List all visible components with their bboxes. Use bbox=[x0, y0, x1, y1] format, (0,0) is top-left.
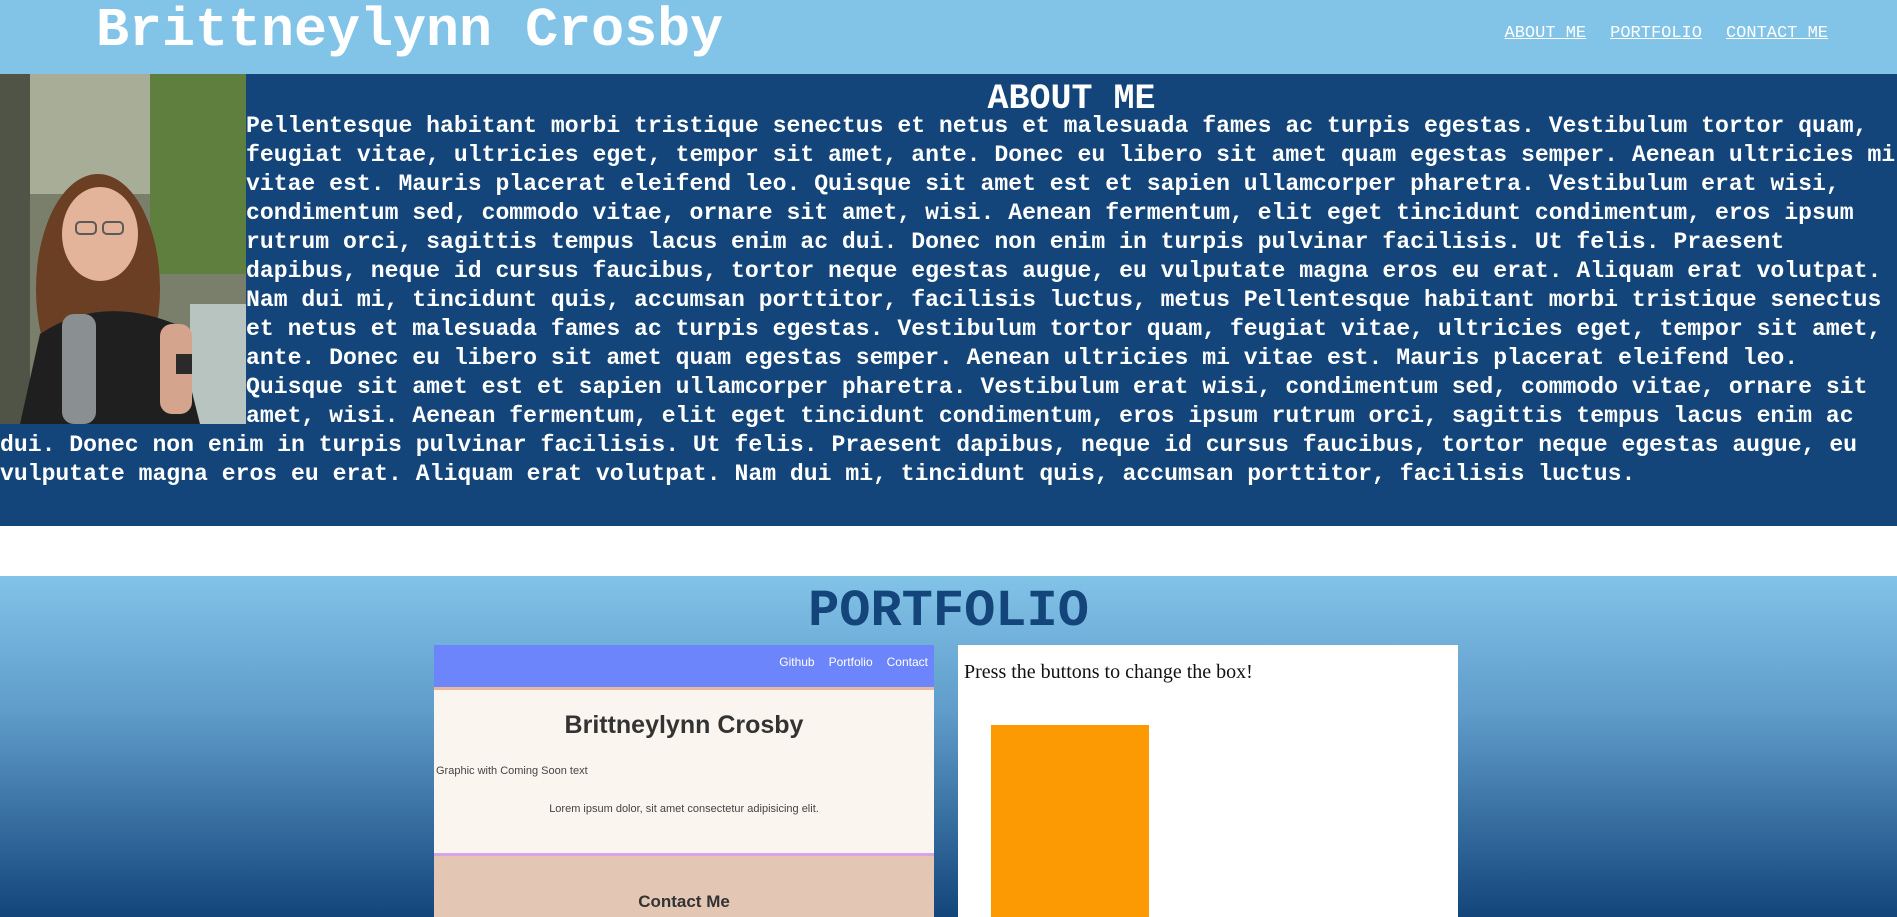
card-preview-nav-contact: Contact bbox=[886, 655, 928, 669]
card-preview-nav-github: Github bbox=[779, 655, 815, 669]
portfolio-card-box-game[interactable]: Press the buttons to change the box! bbox=[958, 645, 1458, 917]
card-box-instructions: Press the buttons to change the box! bbox=[964, 661, 1253, 683]
card-preview-lorem: Lorem ipsum dolor, sit amet consectetur … bbox=[549, 803, 819, 815]
card-preview-contact-section: Contact Me bbox=[434, 853, 934, 917]
about-heading: ABOUT ME bbox=[987, 79, 1156, 119]
nav-link-portfolio[interactable]: PORTFOLIO bbox=[1610, 24, 1702, 43]
profile-photo-image bbox=[0, 74, 246, 424]
card-preview-header: Github Portfolio Contact bbox=[434, 645, 934, 690]
section-divider bbox=[0, 526, 1897, 576]
card-preview-graphic-text: Graphic with Coming Soon text bbox=[436, 765, 588, 777]
card-preview-title: Brittneylynn Crosby bbox=[564, 711, 804, 739]
portfolio-heading: PORTFOLIO bbox=[808, 582, 1089, 641]
nav-link-about[interactable]: ABOUT ME bbox=[1505, 24, 1587, 43]
main-nav: ABOUT ME PORTFOLIO CONTACT ME bbox=[1505, 24, 1828, 43]
card-orange-box bbox=[991, 725, 1149, 917]
card-preview-nav-portfolio: Portfolio bbox=[828, 655, 873, 669]
site-title: Brittneylynn Crosby bbox=[96, 0, 724, 62]
profile-photo bbox=[0, 74, 246, 424]
card-preview-contact-label: Contact Me bbox=[638, 892, 730, 911]
about-body: Pellentesque habitant morbi tristique se… bbox=[0, 113, 1896, 487]
nav-link-contact[interactable]: CONTACT ME bbox=[1726, 24, 1828, 43]
portfolio-section: PORTFOLIO Github Portfolio Contact Britt… bbox=[0, 576, 1897, 917]
site-header: Brittneylynn Crosby ABOUT ME PORTFOLIO C… bbox=[0, 0, 1897, 74]
card-preview-nav: Github Portfolio Contact bbox=[779, 655, 928, 669]
portfolio-card-site[interactable]: Github Portfolio Contact Brittneylynn Cr… bbox=[434, 645, 934, 917]
about-section: ABOUT ME Pellentesque habitant morbi tri… bbox=[0, 74, 1897, 526]
